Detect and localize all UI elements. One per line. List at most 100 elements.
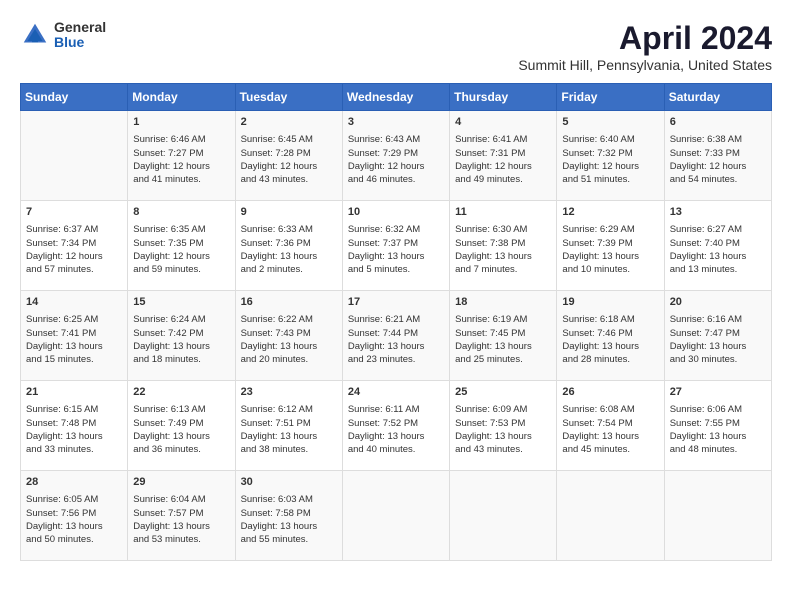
day-number: 5 (562, 115, 658, 130)
calendar-cell: 1 Sunrise: 6:46 AM Sunset: 7:27 PM Daylig… (128, 111, 235, 201)
day-info: Sunrise: 6:16 AM Sunset: 7:47 PM Dayligh… (670, 313, 766, 366)
day-info: Sunrise: 6:18 AM Sunset: 7:46 PM Dayligh… (562, 313, 658, 366)
day-number: 2 (241, 115, 337, 130)
day-number: 7 (26, 205, 122, 220)
day-number: 14 (26, 295, 122, 310)
day-info: Sunrise: 6:13 AM Sunset: 7:49 PM Dayligh… (133, 403, 229, 456)
day-info: Sunrise: 6:38 AM Sunset: 7:33 PM Dayligh… (670, 133, 766, 186)
calendar-cell: 30 Sunrise: 6:03 AM Sunset: 7:58 PM Dayli… (235, 471, 342, 561)
calendar-cell: 28Sunrise: 6:05 AM Sunset: 7:56 PM Dayli… (21, 471, 128, 561)
day-number: 22 (133, 385, 229, 400)
day-info: Sunrise: 6:33 AM Sunset: 7:36 PM Dayligh… (241, 223, 337, 276)
calendar-cell: 26 Sunrise: 6:08 AM Sunset: 7:54 PM Dayli… (557, 381, 664, 471)
calendar-header-friday: Friday (557, 84, 664, 111)
week-row-1: 1 Sunrise: 6:46 AM Sunset: 7:27 PM Daylig… (21, 111, 772, 201)
day-number: 10 (348, 205, 444, 220)
day-number: 27 (670, 385, 766, 400)
calendar-header-thursday: Thursday (450, 84, 557, 111)
calendar-cell: 16Sunrise: 6:22 AM Sunset: 7:43 PM Dayli… (235, 291, 342, 381)
week-row-3: 14Sunrise: 6:25 AM Sunset: 7:41 PM Dayli… (21, 291, 772, 381)
calendar-header-tuesday: Tuesday (235, 84, 342, 111)
calendar-cell (557, 471, 664, 561)
calendar-table: SundayMondayTuesdayWednesdayThursdayFrid… (20, 83, 772, 561)
day-number: 17 (348, 295, 444, 310)
calendar-cell: 13 Sunrise: 6:27 AM Sunset: 7:40 PM Dayli… (664, 201, 771, 291)
day-info: Sunrise: 6:22 AM Sunset: 7:43 PM Dayligh… (241, 313, 337, 366)
day-number: 9 (241, 205, 337, 220)
day-number: 15 (133, 295, 229, 310)
calendar-cell: 18 Sunrise: 6:19 AM Sunset: 7:45 PM Dayli… (450, 291, 557, 381)
day-info: Sunrise: 6:06 AM Sunset: 7:55 PM Dayligh… (670, 403, 766, 456)
calendar-cell: 19 Sunrise: 6:18 AM Sunset: 7:46 PM Dayli… (557, 291, 664, 381)
day-info: Sunrise: 6:29 AM Sunset: 7:39 PM Dayligh… (562, 223, 658, 276)
day-info: Sunrise: 6:19 AM Sunset: 7:45 PM Dayligh… (455, 313, 551, 366)
calendar-cell: 11 Sunrise: 6:30 AM Sunset: 7:38 PM Dayli… (450, 201, 557, 291)
day-info: Sunrise: 6:09 AM Sunset: 7:53 PM Dayligh… (455, 403, 551, 456)
subtitle: Summit Hill, Pennsylvania, United States (518, 57, 772, 73)
logo-general: General (54, 20, 106, 35)
calendar-cell: 29 Sunrise: 6:04 AM Sunset: 7:57 PM Dayli… (128, 471, 235, 561)
calendar-cell (21, 111, 128, 201)
day-number: 3 (348, 115, 444, 130)
day-number: 18 (455, 295, 551, 310)
calendar-cell: 22 Sunrise: 6:13 AM Sunset: 7:49 PM Dayli… (128, 381, 235, 471)
calendar-cell: 14Sunrise: 6:25 AM Sunset: 7:41 PM Dayli… (21, 291, 128, 381)
calendar-cell: 25 Sunrise: 6:09 AM Sunset: 7:53 PM Dayli… (450, 381, 557, 471)
day-info: Sunrise: 6:08 AM Sunset: 7:54 PM Dayligh… (562, 403, 658, 456)
calendar-header-saturday: Saturday (664, 84, 771, 111)
calendar-cell: 17 Sunrise: 6:21 AM Sunset: 7:44 PM Dayli… (342, 291, 449, 381)
calendar-cell (664, 471, 771, 561)
calendar-cell: 15 Sunrise: 6:24 AM Sunset: 7:42 PM Dayli… (128, 291, 235, 381)
calendar-cell: 20 Sunrise: 6:16 AM Sunset: 7:47 PM Dayli… (664, 291, 771, 381)
calendar-cell: 4Sunrise: 6:41 AM Sunset: 7:31 PM Daylig… (450, 111, 557, 201)
day-number: 23 (241, 385, 337, 400)
calendar-header-sunday: Sunday (21, 84, 128, 111)
day-number: 13 (670, 205, 766, 220)
logo-icon (20, 20, 50, 50)
day-info: Sunrise: 6:45 AM Sunset: 7:28 PM Dayligh… (241, 133, 337, 186)
day-info: Sunrise: 6:04 AM Sunset: 7:57 PM Dayligh… (133, 493, 229, 546)
title-area: April 2024 Summit Hill, Pennsylvania, Un… (518, 20, 772, 73)
day-info: Sunrise: 6:35 AM Sunset: 7:35 PM Dayligh… (133, 223, 229, 276)
day-info: Sunrise: 6:21 AM Sunset: 7:44 PM Dayligh… (348, 313, 444, 366)
calendar-cell: 3 Sunrise: 6:43 AM Sunset: 7:29 PM Daylig… (342, 111, 449, 201)
day-info: Sunrise: 6:30 AM Sunset: 7:38 PM Dayligh… (455, 223, 551, 276)
day-number: 24 (348, 385, 444, 400)
day-number: 25 (455, 385, 551, 400)
calendar-header-wednesday: Wednesday (342, 84, 449, 111)
week-row-5: 28Sunrise: 6:05 AM Sunset: 7:56 PM Dayli… (21, 471, 772, 561)
day-info: Sunrise: 6:05 AM Sunset: 7:56 PM Dayligh… (26, 493, 122, 546)
day-number: 29 (133, 475, 229, 490)
day-info: Sunrise: 6:41 AM Sunset: 7:31 PM Dayligh… (455, 133, 551, 186)
day-number: 1 (133, 115, 229, 130)
logo: General Blue (20, 20, 106, 51)
calendar-cell: 2 Sunrise: 6:45 AM Sunset: 7:28 PM Daylig… (235, 111, 342, 201)
day-info: Sunrise: 6:03 AM Sunset: 7:58 PM Dayligh… (241, 493, 337, 546)
day-number: 19 (562, 295, 658, 310)
calendar-header-monday: Monday (128, 84, 235, 111)
day-info: Sunrise: 6:24 AM Sunset: 7:42 PM Dayligh… (133, 313, 229, 366)
calendar-header-row: SundayMondayTuesdayWednesdayThursdayFrid… (21, 84, 772, 111)
logo-text: General Blue (54, 20, 106, 51)
day-number: 6 (670, 115, 766, 130)
week-row-2: 7Sunrise: 6:37 AM Sunset: 7:34 PM Daylig… (21, 201, 772, 291)
calendar-cell: 27 Sunrise: 6:06 AM Sunset: 7:55 PM Dayli… (664, 381, 771, 471)
day-info: Sunrise: 6:27 AM Sunset: 7:40 PM Dayligh… (670, 223, 766, 276)
day-info: Sunrise: 6:46 AM Sunset: 7:27 PM Dayligh… (133, 133, 229, 186)
calendar-cell (342, 471, 449, 561)
day-number: 26 (562, 385, 658, 400)
day-info: Sunrise: 6:15 AM Sunset: 7:48 PM Dayligh… (26, 403, 122, 456)
day-number: 30 (241, 475, 337, 490)
calendar-cell: 23 Sunrise: 6:12 AM Sunset: 7:51 PM Dayli… (235, 381, 342, 471)
day-info: Sunrise: 6:43 AM Sunset: 7:29 PM Dayligh… (348, 133, 444, 186)
calendar-cell: 10Sunrise: 6:32 AM Sunset: 7:37 PM Dayli… (342, 201, 449, 291)
day-number: 8 (133, 205, 229, 220)
header: General Blue April 2024 Summit Hill, Pen… (20, 20, 772, 73)
day-info: Sunrise: 6:11 AM Sunset: 7:52 PM Dayligh… (348, 403, 444, 456)
day-number: 20 (670, 295, 766, 310)
day-info: Sunrise: 6:12 AM Sunset: 7:51 PM Dayligh… (241, 403, 337, 456)
main-title: April 2024 (518, 20, 772, 57)
calendar-cell (450, 471, 557, 561)
calendar-cell: 5Sunrise: 6:40 AM Sunset: 7:32 PM Daylig… (557, 111, 664, 201)
day-number: 11 (455, 205, 551, 220)
